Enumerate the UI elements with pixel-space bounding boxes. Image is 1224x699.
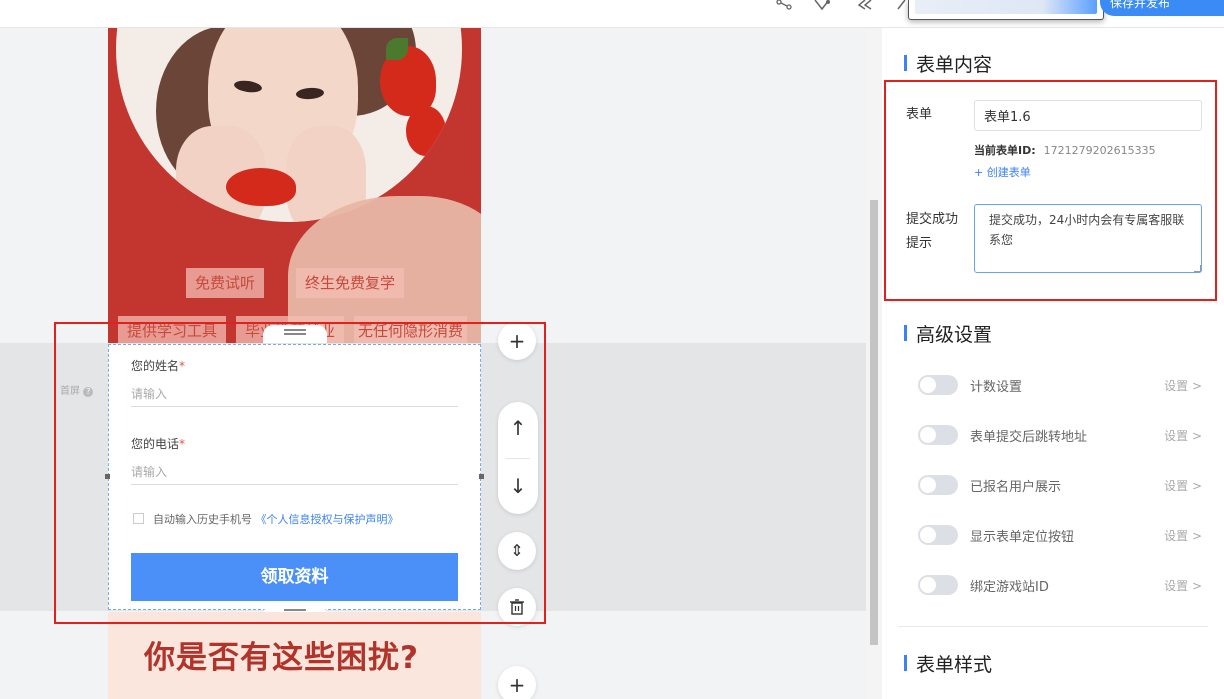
form-style-title: 表单样式 (904, 650, 992, 677)
setting-link[interactable]: 设置 > (1164, 427, 1202, 444)
setting-redirect: 表单提交后跳转地址 设置 > (918, 424, 1202, 446)
locate-button-toggle[interactable] (918, 525, 958, 545)
setting-link[interactable]: 设置 > (1164, 477, 1202, 494)
trouble-section[interactable]: 你是否有这些困扰? (108, 612, 481, 699)
hero-image[interactable]: 免费试听 终生免费复学 提供学习工具 毕业推荐就业 无任何隐形消费 (108, 28, 481, 343)
toolbar-popover (908, 0, 1104, 20)
editor-canvas: 免费试听 终生免费复学 提供学习工具 毕业推荐就业 无任何隐形消费 首屏 ? 您… (0, 28, 866, 699)
advanced-settings-title: 高级设置 (904, 320, 992, 347)
publish-button-label: 保存并发布 (1110, 0, 1171, 10)
trouble-title: 你是否有这些困扰? (144, 640, 419, 676)
leaf (386, 38, 408, 60)
highlight-box-form (54, 322, 546, 624)
portrait-circle (116, 28, 462, 222)
count-toggle[interactable] (918, 375, 958, 395)
setting-registered-users: 已报名用户展示 设置 > (918, 474, 1202, 496)
setting-label: 计数设置 (970, 380, 1023, 395)
registered-users-toggle[interactable] (918, 475, 958, 495)
canvas-scrollbar-thumb[interactable] (870, 200, 878, 645)
tag-free-trial: 免费试听 (186, 268, 265, 298)
setting-label: 已报名用户展示 (970, 480, 1062, 495)
share-icon[interactable] (774, 0, 794, 14)
setting-link[interactable]: 设置 > (1164, 377, 1202, 394)
undo-icon[interactable] (856, 0, 876, 14)
highlight-box-panel (884, 80, 1217, 301)
setting-label: 表单提交后跳转地址 (970, 430, 1088, 445)
tag-free-retake: 终生免费复学 (296, 268, 405, 298)
popover-preview (915, 0, 1097, 14)
section-divider (898, 626, 1208, 627)
checkmark-shield-icon[interactable] (812, 0, 832, 14)
setting-link[interactable]: 设置 > (1164, 577, 1202, 594)
redirect-toggle[interactable] (918, 425, 958, 445)
setting-locate-button: 显示表单定位按钮 设置 > (918, 524, 1202, 546)
form-content-title: 表单内容 (904, 50, 992, 77)
add-section-button-bottom[interactable]: + (498, 666, 536, 699)
setting-label: 显示表单定位按钮 (970, 530, 1075, 545)
setting-game-site: 绑定游戏站ID 设置 > (918, 574, 1202, 596)
mouth-flower (226, 168, 296, 206)
publish-button[interactable]: 保存并发布 (1100, 0, 1224, 16)
top-toolbar: 保存并发布 (0, 0, 1224, 28)
setting-link[interactable]: 设置 > (1164, 527, 1202, 544)
hair-flower-2 (406, 106, 446, 156)
setting-label: 绑定游戏站ID (970, 580, 1049, 595)
game-site-toggle[interactable] (918, 575, 958, 595)
setting-count: 计数设置 设置 > (918, 374, 1202, 396)
